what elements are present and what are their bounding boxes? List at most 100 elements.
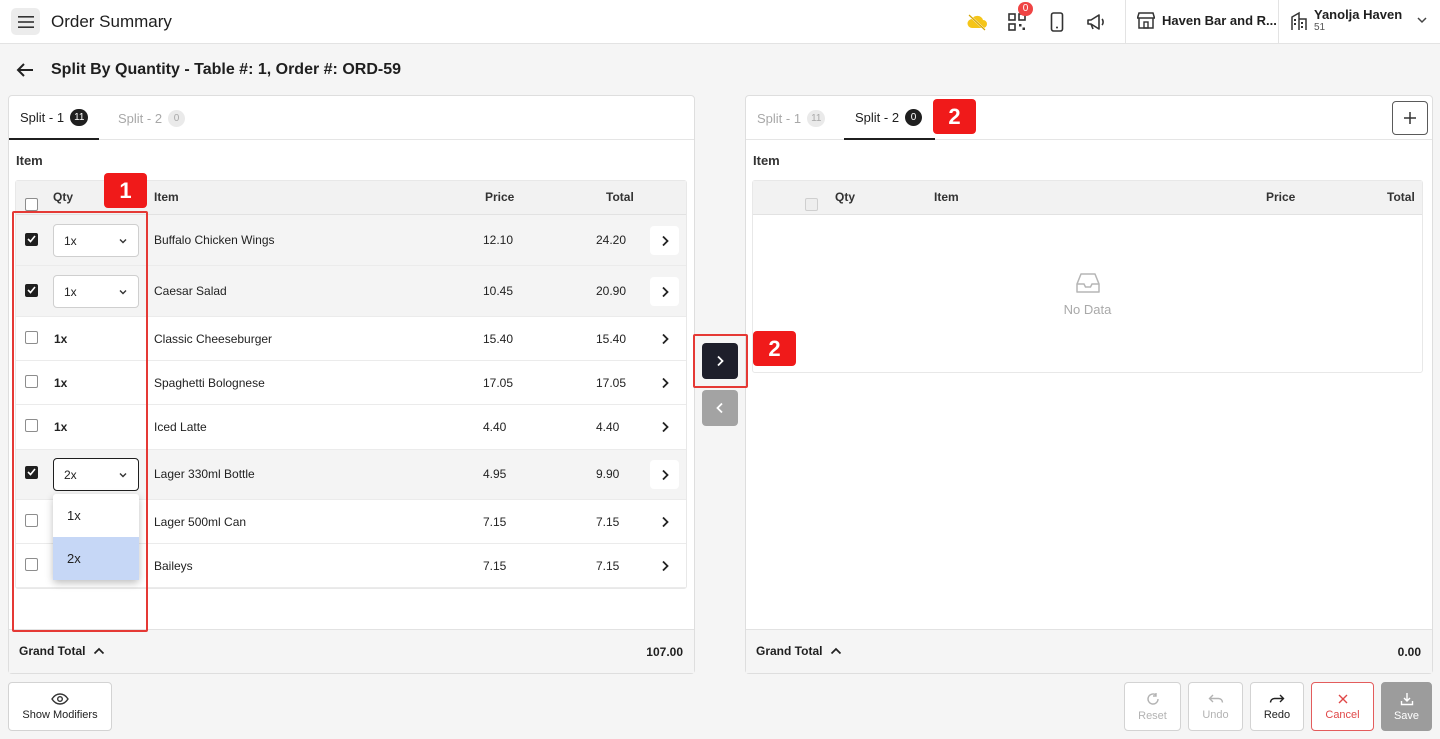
- save-label: Save: [1393, 709, 1420, 722]
- megaphone-icon: [1087, 14, 1104, 30]
- device-button[interactable]: [1046, 11, 1068, 33]
- item-total: 17.05: [596, 376, 627, 390]
- chevron-down-icon[interactable]: [1416, 14, 1428, 26]
- chevron-right-icon: [661, 333, 669, 344]
- cloud-off-icon: [967, 14, 987, 31]
- offline-cloud-button[interactable]: [966, 11, 988, 33]
- item-name: Iced Latte: [154, 420, 207, 434]
- column-item: Item: [154, 190, 179, 204]
- move-item-button[interactable]: [650, 551, 679, 580]
- undo-button[interactable]: Undo: [1188, 682, 1243, 731]
- venue-selector[interactable]: Haven Bar and R...: [1137, 12, 1277, 29]
- item-total: 7.15: [596, 559, 620, 573]
- tab-label: Split - 2: [118, 110, 163, 126]
- move-item-button[interactable]: [650, 324, 679, 353]
- item-price: 7.15: [483, 559, 507, 573]
- reset-button[interactable]: Reset: [1124, 682, 1181, 731]
- qr-orders-button[interactable]: 0: [1006, 2, 1033, 33]
- account-sub: 51: [1314, 22, 1326, 33]
- show-modifiers-label: Show Modifiers: [22, 708, 98, 721]
- item-price: 15.40: [483, 332, 514, 346]
- venue-name: Haven Bar and R...: [1162, 13, 1277, 28]
- tab-count-badge: 11: [70, 108, 89, 126]
- item-price: 10.45: [483, 284, 514, 298]
- item-total: 7.15: [596, 515, 620, 529]
- chevron-right-icon: [661, 421, 669, 432]
- grand-total-toggle[interactable]: Grand Total: [756, 644, 842, 658]
- section-label: Item: [753, 153, 780, 168]
- top-bar: Order Summary 0 Haven Bar and R... Yanol…: [0, 0, 1440, 44]
- reset-label: Reset: [1138, 709, 1167, 722]
- move-item-button[interactable]: [650, 412, 679, 441]
- item-price: 4.95: [483, 467, 507, 481]
- add-split-button[interactable]: [1392, 101, 1428, 135]
- redo-label: Redo: [1263, 708, 1291, 721]
- select-all-checkbox[interactable]: [25, 198, 38, 211]
- select-all-checkbox[interactable]: [805, 198, 818, 211]
- plus-icon: [1404, 112, 1416, 124]
- tab-split-2[interactable]: Split - 2 0: [107, 96, 196, 140]
- building-icon: [1291, 11, 1307, 30]
- item-name: Caesar Salad: [154, 284, 227, 298]
- show-modifiers-button[interactable]: Show Modifiers: [8, 682, 112, 731]
- account-selector[interactable]: Yanolja Haven 51: [1290, 7, 1402, 34]
- move-item-button[interactable]: [650, 507, 679, 536]
- column-qty: Qty: [53, 190, 74, 204]
- refresh-icon: [1146, 692, 1159, 705]
- move-item-button[interactable]: [650, 368, 679, 397]
- split-tabs: Split - 1 11 Split - 2 0: [746, 96, 1432, 140]
- qty-dropdown-menu: 1x 2x: [53, 494, 139, 580]
- item-name: Lager 500ml Can: [154, 515, 247, 529]
- item-name: Baileys: [154, 559, 193, 573]
- grand-total-toggle[interactable]: Grand Total: [19, 644, 105, 658]
- announcements-button[interactable]: [1085, 11, 1107, 33]
- column-total: Total: [1387, 190, 1415, 204]
- annotation-box-move: [693, 334, 748, 388]
- tab-count-badge: 0: [168, 109, 186, 127]
- annotation-number: 2: [753, 331, 796, 366]
- dropdown-option-2x[interactable]: 2x: [53, 537, 139, 580]
- grand-total-bar: Grand Total 0.00: [746, 629, 1432, 673]
- item-name: Spaghetti Bolognese: [154, 376, 265, 390]
- undo-label: Undo: [1202, 708, 1229, 721]
- move-item-button[interactable]: [650, 277, 679, 306]
- move-item-button[interactable]: [650, 226, 679, 255]
- grand-total-bar: Grand Total 107.00: [9, 629, 694, 673]
- redo-button[interactable]: Redo: [1250, 682, 1304, 731]
- table-header: Qty Item Price Total: [753, 181, 1422, 215]
- tab-label: Split - 1: [757, 110, 802, 126]
- account-name: Yanolja Haven: [1314, 7, 1403, 22]
- menu-button[interactable]: [11, 8, 40, 35]
- eye-icon: [51, 692, 69, 705]
- column-item: Item: [934, 190, 959, 204]
- chevron-right-icon: [661, 469, 669, 480]
- chevron-right-icon: [661, 286, 669, 297]
- item-total: 9.90: [596, 467, 620, 481]
- undo-icon: [1208, 694, 1223, 703]
- dropdown-option-1x[interactable]: 1x: [53, 494, 139, 537]
- move-item-button[interactable]: [650, 460, 679, 489]
- back-arrow-icon[interactable]: [15, 61, 35, 79]
- save-button[interactable]: Save: [1381, 682, 1432, 731]
- app-title: Order Summary: [51, 12, 172, 31]
- chevron-right-icon: [661, 560, 669, 571]
- page-title: Split By Quantity - Table #: 1, Order #:…: [51, 61, 401, 78]
- column-price: Price: [1266, 190, 1296, 204]
- tablet-icon: [1050, 12, 1064, 32]
- cancel-button[interactable]: Cancel: [1311, 682, 1374, 731]
- grand-total-label: Grand Total: [19, 644, 86, 658]
- item-price: 17.05: [483, 376, 514, 390]
- tab-split-1[interactable]: Split - 1 11: [746, 96, 836, 140]
- hamburger-icon: [17, 15, 34, 28]
- item-price: 4.40: [483, 420, 507, 434]
- tab-split-1[interactable]: Split - 1 11: [9, 96, 100, 140]
- chevron-up-icon: [94, 647, 105, 655]
- move-to-left-button[interactable]: [702, 390, 738, 426]
- tab-split-2[interactable]: Split - 2 0: [844, 96, 935, 140]
- chevron-right-icon: [661, 235, 669, 246]
- chevron-right-icon: [661, 516, 669, 527]
- cancel-label: Cancel: [1325, 708, 1360, 721]
- tab-count-badge: 11: [807, 109, 826, 127]
- divider: [1278, 0, 1279, 44]
- column-price: Price: [485, 190, 515, 204]
